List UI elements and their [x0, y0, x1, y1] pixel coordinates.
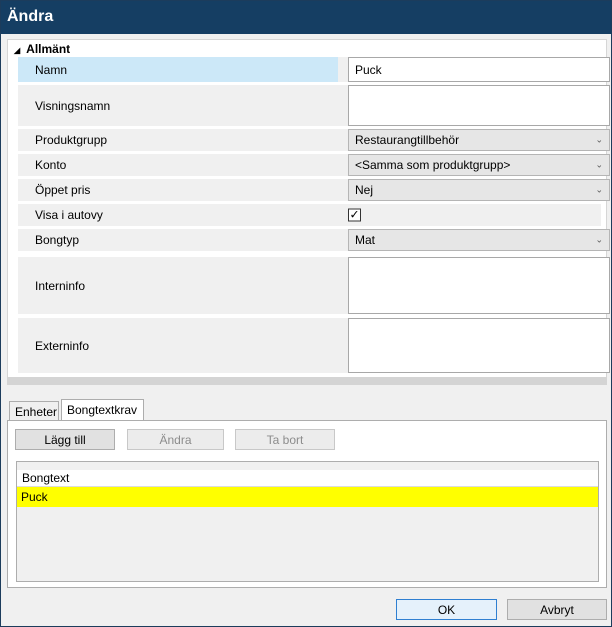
row-visa-i-autovy: Visa i autovy ✓	[18, 204, 601, 226]
produktgrupp-dropdown[interactable]: Restaurangtillbehör ⌄	[348, 129, 610, 151]
row-label: Visningsnamn	[35, 98, 111, 113]
edit-dialog: Ändra ◢ Allmänt Namn Puck Visningsnamn Pr…	[0, 0, 612, 627]
table-row[interactable]: Puck	[17, 487, 598, 507]
add-button[interactable]: Lägg till	[15, 429, 115, 450]
row-label: Interninfo	[35, 278, 86, 293]
visa-i-autovy-checkbox[interactable]: ✓	[348, 208, 361, 222]
cancel-button[interactable]: Avbryt	[507, 599, 607, 620]
bongtextkrav-panel: Lägg till Ändra Ta bort Bongtext Puck	[7, 420, 607, 588]
row-konto: Konto <Samma som produktgrupp> ⌄	[18, 154, 610, 176]
edit-button[interactable]: Ändra	[127, 429, 224, 450]
row-label: Bongtyp	[35, 233, 80, 247]
row-interninfo: Interninfo	[18, 257, 610, 314]
chevron-down-icon[interactable]: ⌄	[595, 135, 603, 146]
row-label: Öppet pris	[35, 183, 91, 197]
collapse-triangle-icon[interactable]: ◢	[14, 46, 20, 55]
row-label: Produktgrupp	[35, 133, 108, 147]
dropdown-value: Nej	[355, 183, 374, 197]
row-label: Namn	[18, 57, 338, 82]
dialog-title: Ändra	[1, 1, 611, 34]
row-oppet-pris: Öppet pris Nej ⌄	[18, 179, 610, 201]
namn-input[interactable]: Puck	[348, 57, 610, 82]
row-bongtyp: Bongtyp Mat ⌄	[18, 229, 610, 251]
section-header-label: Allmänt	[26, 42, 71, 56]
chevron-down-icon[interactable]: ⌄	[595, 185, 603, 196]
dropdown-value: Mat	[355, 233, 376, 247]
general-section: ◢ Allmänt Namn Puck Visningsnamn Produktg…	[7, 39, 610, 384]
oppet-pris-dropdown[interactable]: Nej ⌄	[348, 179, 610, 201]
delete-button[interactable]: Ta bort	[235, 429, 335, 450]
row-namn: Namn Puck	[18, 57, 610, 82]
tab-bongtextkrav[interactable]: Bongtextkrav	[61, 399, 144, 421]
chevron-down-icon[interactable]: ⌄	[595, 235, 603, 246]
externinfo-input[interactable]	[348, 318, 610, 373]
row-externinfo: Externinfo	[18, 318, 610, 373]
row-label: Konto	[35, 158, 67, 172]
row-label: Visa i autovy	[35, 208, 103, 222]
bongtyp-dropdown[interactable]: Mat ⌄	[348, 229, 610, 251]
visningsnamn-input[interactable]	[348, 85, 610, 126]
dropdown-value: <Samma som produktgrupp>	[355, 158, 511, 172]
row-visningsnamn: Visningsnamn	[18, 85, 610, 126]
section-divider	[7, 377, 607, 385]
tab-enheter[interactable]: Enheter	[9, 401, 59, 421]
row-label: Externinfo	[35, 338, 90, 353]
chevron-down-icon[interactable]: ⌄	[595, 160, 603, 171]
bongtext-grid: Bongtext Puck	[16, 461, 599, 582]
section-header[interactable]: ◢ Allmänt	[14, 42, 70, 56]
column-header-bongtext[interactable]: Bongtext	[17, 470, 598, 487]
interninfo-input[interactable]	[348, 257, 610, 314]
dropdown-value: Restaurangtillbehör	[355, 133, 460, 147]
row-produktgrupp: Produktgrupp Restaurangtillbehör ⌄	[18, 129, 610, 151]
konto-dropdown[interactable]: <Samma som produktgrupp> ⌄	[348, 154, 610, 176]
ok-button[interactable]: OK	[396, 599, 497, 620]
